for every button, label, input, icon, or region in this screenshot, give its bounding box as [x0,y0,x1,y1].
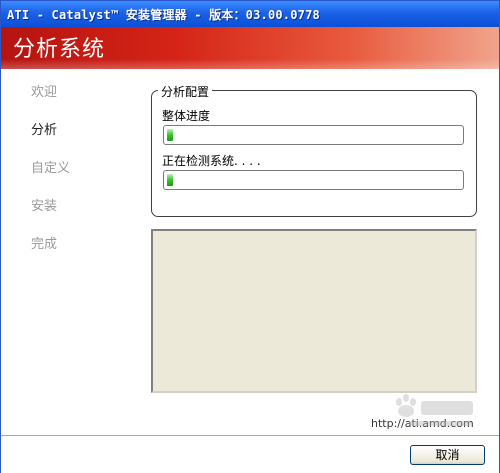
header-banner: 分析系统 [1,27,499,69]
detect-progress-fill [167,174,173,186]
overall-progress-fill [167,129,173,141]
detect-progress-bar [163,170,464,190]
footer-bar: 取消 [1,435,499,473]
title-bar[interactable]: ATI - Catalyst™ 安装管理器 - 版本：03.00.0778 [1,1,499,27]
baidu-watermark-logo [396,394,473,426]
main-content: 欢迎 分析 自定义 安装 完成 分析配置 整体进度 正在检测系统. . . . … [1,69,499,435]
installer-window: ATI - Catalyst™ 安装管理器 - 版本：03.00.0778 分析… [0,0,500,473]
overall-progress-label: 整体进度 [162,109,211,123]
nav-item-install: 安装 [31,199,58,214]
page-title: 分析系统 [13,37,106,62]
nav-item-finish: 完成 [31,237,58,252]
nav-item-analysis: 分析 [31,123,58,138]
step-navigation: 欢迎 分析 自定义 安装 完成 [1,69,141,435]
nav-item-customize: 自定义 [31,161,71,176]
log-panel [151,229,477,393]
window-title: ATI - Catalyst™ 安装管理器 - 版本：03.00.0778 [7,7,320,22]
cancel-button[interactable]: 取消 [410,445,485,465]
nav-item-welcome: 欢迎 [31,85,58,100]
analysis-config-group: 分析配置 整体进度 正在检测系统. . . . [151,83,477,217]
group-legend: 分析配置 [158,83,213,100]
detect-system-label: 正在检测系统. . . . [162,154,261,168]
overall-progress-bar [163,125,464,145]
